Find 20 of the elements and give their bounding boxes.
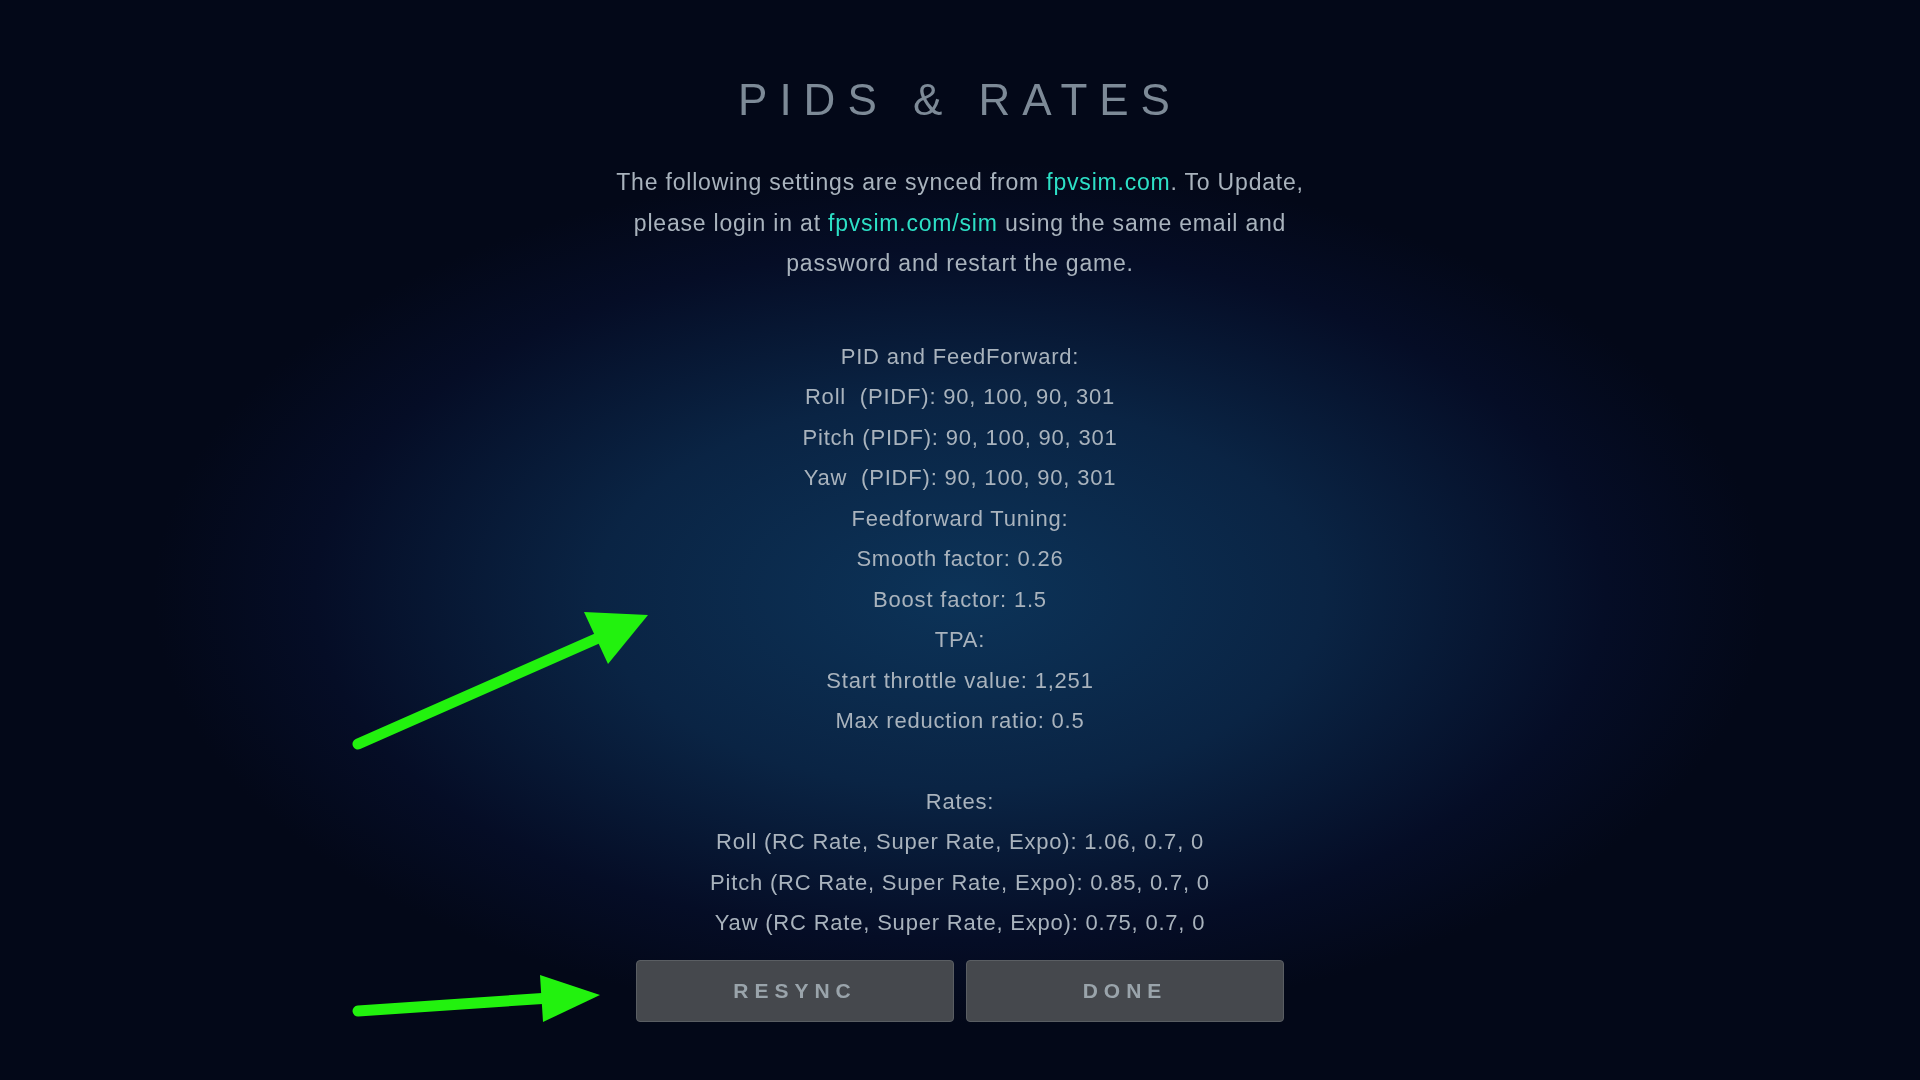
website-link[interactable]: fpvsim.com/sim <box>828 209 998 236</box>
setting-line: Max reduction ratio: 0.5 <box>835 707 1085 735</box>
setting-line: Yaw (RC Rate, Super Rate, Expo): 0.75, 0.7, 0 <box>714 909 1206 937</box>
action-button[interactable]: DONE <box>966 959 1284 1022</box>
page-title: PIDS & RATES <box>738 74 1182 126</box>
action-button[interactable]: RESYNC <box>636 959 954 1022</box>
setting-line: Start throttle value: 1,251 <box>826 666 1094 695</box>
setting-line: Roll (PIDF): 90, 100, 90, 301 <box>804 383 1116 411</box>
setting-line: Pitch (PIDF): 90, 100, 90, 301 <box>802 423 1118 452</box>
setting-line: TPA: <box>934 626 986 654</box>
setting-line: Yaw (PIDF): 90, 100, 90, 301 <box>803 464 1117 492</box>
setting-line: Rates: <box>925 787 995 816</box>
setting-line: Boost factor: 1.5 <box>873 585 1047 614</box>
website-link[interactable]: fpvsim.com <box>1046 169 1171 195</box>
setting-line: PID and FeedForward: <box>840 342 1080 371</box>
sync-notice: The following settings are synced from fpvsim.com. To Update, please login in at fpvsim.com/sim using the same email and password and restart the game. <box>615 168 1305 278</box>
setting-line: Smooth factor: 0.26 <box>856 545 1064 573</box>
setting-line: Pitch (RC Rate, Super Rate, Expo): 0.85, 0.7, 0 <box>710 868 1210 897</box>
setting-line: Feedforward Tuning: <box>851 504 1069 533</box>
setting-line: Roll (RC Rate, Super Rate, Expo): 1.06, 0.7, 0 <box>716 828 1204 856</box>
